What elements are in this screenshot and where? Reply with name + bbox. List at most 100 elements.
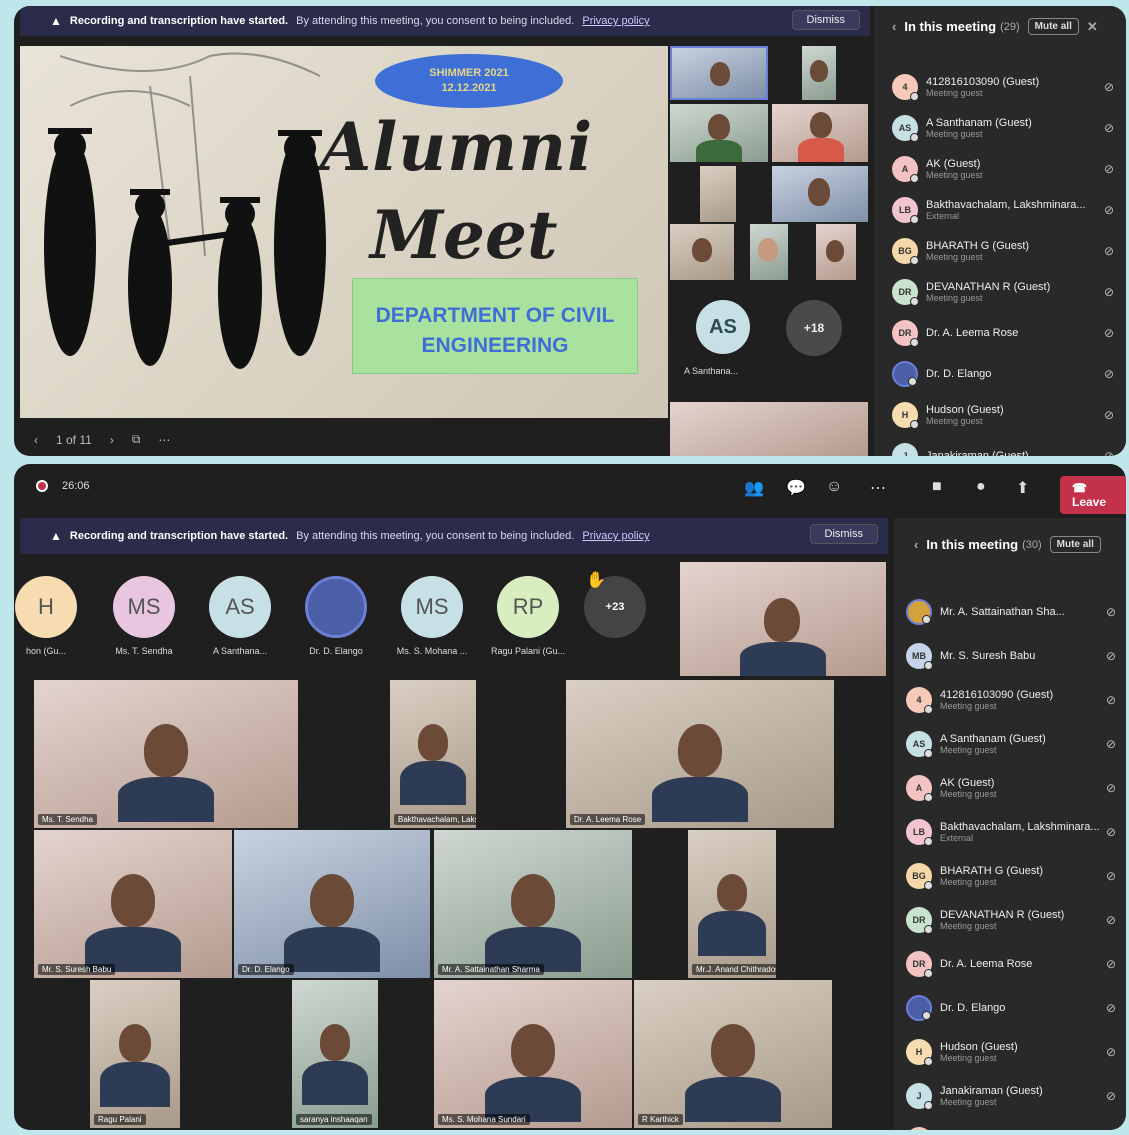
video-tile[interactable] — [670, 46, 768, 100]
participant-row[interactable]: KKrishnanandh (Guest)⊘ — [906, 1118, 1124, 1130]
video-tile[interactable] — [700, 166, 736, 222]
mic-off-icon[interactable]: ⊘ — [1104, 285, 1114, 299]
participant-row[interactable]: A AK (Guest) Meeting guest ⊘ — [906, 766, 1124, 810]
mic-off-icon[interactable]: ⊘ — [1104, 326, 1114, 340]
next-slide-icon[interactable]: › — [110, 433, 114, 447]
mic-off-icon[interactable]: ⊘ — [1106, 605, 1116, 619]
video-tile[interactable]: R Karthick — [634, 980, 832, 1128]
video-tile[interactable] — [772, 166, 868, 222]
gallery-item[interactable]: Hhon (Gu... — [14, 576, 86, 656]
close-icon[interactable]: ✕ — [1087, 19, 1098, 35]
participant-row[interactable]: J Janakiraman (Guest) Meeting guest ⊘ — [906, 1074, 1124, 1118]
privacy-policy-link[interactable]: Privacy policy — [582, 15, 649, 27]
mute-all-button[interactable]: Mute all — [1027, 18, 1079, 35]
video-tile[interactable] — [670, 402, 868, 456]
participant-name: Hudson (Guest) — [940, 1041, 1018, 1053]
video-tile[interactable]: Bakthavachalam, Lakshminarayanan — [390, 680, 476, 828]
video-tile[interactable] — [670, 104, 768, 162]
video-tile[interactable]: Ms. T. Sendha — [34, 680, 298, 828]
video-tile[interactable]: saranya inshaaqan — [292, 980, 378, 1128]
participant-row[interactable]: BG BHARATH G (Guest) Meeting guest ⊘ — [892, 230, 1122, 271]
participant-row[interactable]: 4 412816103090 (Guest) Meeting guest ⊘ — [892, 66, 1122, 107]
gallery-item[interactable]: RP Ragu Palani (Gu... — [488, 576, 568, 656]
participant-row[interactable]: LB Bakthavachalam, Lakshminara... External… — [892, 189, 1122, 230]
avatar — [906, 599, 932, 625]
mic-off-icon[interactable]: ⊘ — [1106, 1089, 1116, 1103]
gallery-item[interactable]: MS Ms. S. Mohana ... — [392, 576, 472, 656]
mic-off-icon[interactable]: ⊘ — [1104, 203, 1114, 217]
mic-off-icon[interactable]: ⊘ — [1104, 367, 1114, 381]
mic-off-icon[interactable]: ⊘ — [1104, 80, 1114, 94]
back-chevron-icon[interactable]: ‹ — [892, 19, 896, 34]
participant-row[interactable]: J Janakiraman (Guest) ⊘ — [892, 435, 1122, 456]
mic-off-icon[interactable]: ⊘ — [1106, 781, 1116, 795]
mic-off-icon[interactable]: ⊘ — [1104, 449, 1114, 457]
dismiss-button[interactable]: Dismiss — [809, 524, 878, 544]
mic-off-icon[interactable]: ⊘ — [1106, 1045, 1116, 1059]
participant-row[interactable]: AS A Santhanam (Guest) Meeting guest ⊘ — [906, 722, 1124, 766]
participant-row[interactable]: Dr. D. Elango ⊘ — [892, 353, 1122, 394]
video-tile[interactable] — [680, 562, 886, 676]
participant-row[interactable]: DR Dr. A. Leema Rose ⊘ — [906, 942, 1124, 986]
camera-icon[interactable]: ■ — [932, 478, 942, 496]
video-tile[interactable] — [750, 224, 788, 280]
top-meeting-window: ▲ Recording and transcription have start… — [14, 6, 1126, 456]
participant-row[interactable]: Dr. D. Elango ⊘ — [906, 986, 1124, 1030]
reactions-icon[interactable]: ☺ — [826, 478, 842, 496]
participant-row[interactable]: DR Dr. A. Leema Rose ⊘ — [892, 312, 1122, 353]
more-actions-icon[interactable]: ⋯ — [870, 478, 886, 498]
avatar-circle — [305, 576, 367, 638]
participant-row[interactable]: BG BHARATH G (Guest) Meeting guest ⊘ — [906, 854, 1124, 898]
video-tile[interactable] — [670, 224, 734, 280]
video-tile[interactable] — [772, 104, 868, 162]
mic-off-icon[interactable]: ⊘ — [1106, 825, 1116, 839]
back-chevron-icon[interactable]: ‹ — [914, 537, 918, 552]
mic-off-icon[interactable]: ⊘ — [1106, 737, 1116, 751]
participant-row[interactable]: A AK (Guest) Meeting guest ⊘ — [892, 148, 1122, 189]
video-tile[interactable]: Mr. A. Sattainathan Sharma — [434, 830, 632, 978]
privacy-policy-link[interactable]: Privacy policy — [582, 530, 649, 542]
participant-row[interactable]: LB Bakthavachalam, Lakshminara... External… — [906, 810, 1124, 854]
participant-row[interactable]: DR DEVANATHAN R (Guest) Meeting guest ⊘ — [892, 271, 1122, 312]
more-options-icon[interactable]: ⋯ — [158, 433, 170, 447]
mute-all-button[interactable]: Mute all — [1049, 536, 1101, 553]
video-tile[interactable]: Ragu Palani — [90, 980, 180, 1128]
participant-row[interactable]: H Hudson (Guest) Meeting guest ⊘ — [906, 1030, 1124, 1074]
video-tile[interactable]: Dr. A. Leema Rose — [566, 680, 834, 828]
mic-off-icon[interactable]: ⊘ — [1106, 869, 1116, 883]
avatar-as[interactable]: AS — [696, 300, 750, 354]
gallery-item[interactable]: AS A Santhana... — [200, 576, 280, 656]
mic-icon[interactable]: ● — [976, 478, 986, 496]
video-tile[interactable] — [802, 46, 836, 100]
gallery-item[interactable]: MS Ms. T. Sendha — [104, 576, 184, 656]
participant-row[interactable]: AS A Santhanam (Guest) Meeting guest ⊘ — [892, 107, 1122, 148]
mic-off-icon[interactable]: ⊘ — [1106, 913, 1116, 927]
mic-off-icon[interactable]: ⊘ — [1104, 244, 1114, 258]
gallery-item[interactable]: Dr. D. Elango — [296, 576, 376, 656]
more-participants-button[interactable]: +18 — [786, 300, 842, 356]
participant-row[interactable]: MB Mr. S. Suresh Babu ⊘ — [906, 634, 1124, 678]
leave-button[interactable]: ☎ Leave — [1060, 476, 1126, 514]
video-tile[interactable] — [816, 224, 856, 280]
mic-off-icon[interactable]: ⊘ — [1104, 408, 1114, 422]
mic-off-icon[interactable]: ⊘ — [1106, 957, 1116, 971]
mic-off-icon[interactable]: ⊘ — [1104, 121, 1114, 135]
mic-off-icon[interactable]: ⊘ — [1106, 693, 1116, 707]
video-tile[interactable]: Ms. S. Mohana Sundari — [434, 980, 632, 1128]
participant-row[interactable]: H Hudson (Guest) Meeting guest ⊘ — [892, 394, 1122, 435]
video-tile[interactable]: Mr. S. Suresh Babu — [34, 830, 232, 978]
video-tile[interactable]: Mr.J. Anand Chithradoss — [688, 830, 776, 978]
people-icon[interactable]: 👥 — [744, 478, 764, 498]
mic-off-icon[interactable]: ⊘ — [1106, 649, 1116, 663]
chat-icon[interactable]: 💬 — [786, 478, 806, 498]
prev-slide-icon[interactable]: ‹ — [34, 433, 38, 447]
pop-out-icon[interactable]: ⧉ — [132, 432, 141, 447]
participant-row[interactable]: DR DEVANATHAN R (Guest) Meeting guest ⊘ — [906, 898, 1124, 942]
dismiss-button[interactable]: Dismiss — [791, 10, 860, 30]
share-icon[interactable]: ⬆ — [1016, 478, 1029, 498]
mic-off-icon[interactable]: ⊘ — [1104, 162, 1114, 176]
video-tile[interactable]: Dr. D. Elango — [234, 830, 430, 978]
participant-row[interactable]: 4 412816103090 (Guest) Meeting guest ⊘ — [906, 678, 1124, 722]
mic-off-icon[interactable]: ⊘ — [1106, 1001, 1116, 1015]
participant-row[interactable]: Mr. A. Sattainathan Sha... ⊘ — [906, 590, 1124, 634]
